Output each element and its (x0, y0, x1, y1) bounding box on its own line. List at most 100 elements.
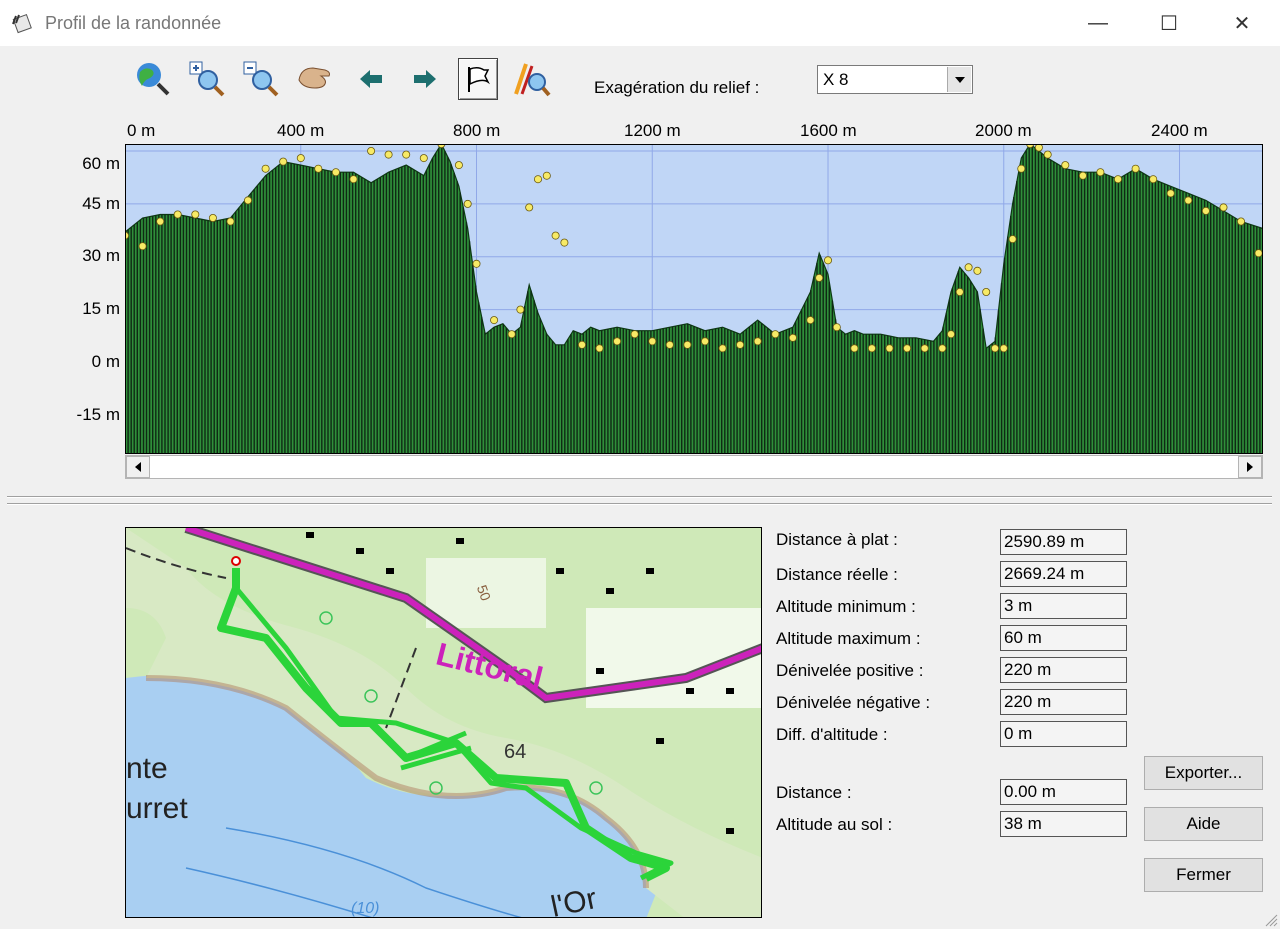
cursor-distance-label: Distance : (776, 783, 852, 802)
arrow-left-icon (360, 70, 382, 88)
relief-exaggeration-select[interactable]: X 8 (817, 65, 973, 94)
gps-point (701, 337, 710, 346)
gps-point (771, 330, 780, 339)
x-tick-label: 2400 m (1151, 121, 1208, 140)
gps-point (788, 333, 797, 342)
gps-point (1237, 217, 1246, 226)
gps-point (560, 238, 569, 247)
scroll-left-button[interactable] (126, 456, 150, 478)
y-tick-label: 45 m (82, 194, 120, 213)
negative-elevation-value: 220 m (1000, 689, 1127, 715)
gps-point (1078, 171, 1087, 180)
gps-point (938, 344, 947, 353)
profile-search-button[interactable] (512, 58, 552, 100)
zoom-in-button[interactable] (187, 58, 227, 100)
gps-point (736, 340, 745, 349)
gps-point (683, 340, 692, 349)
chevron-down-icon[interactable] (947, 67, 971, 92)
map-label: nte (126, 752, 168, 785)
pan-hand-icon (298, 67, 330, 89)
gps-point (296, 154, 305, 163)
gps-point (1096, 168, 1105, 177)
zoom-extent-button[interactable] (133, 58, 173, 100)
export-button[interactable]: Exporter... (1144, 756, 1263, 790)
relief-exaggeration-label: Exagération du relief : (594, 78, 760, 97)
gps-point (1149, 175, 1158, 184)
gps-point (208, 214, 217, 223)
gps-point (648, 337, 657, 346)
gps-point (815, 273, 824, 282)
window-title: Profil de la randonnée (45, 13, 222, 33)
gps-point (824, 256, 833, 265)
gps-point (885, 344, 894, 353)
gps-point (613, 337, 622, 346)
gps-point (226, 217, 235, 226)
gps-point (367, 147, 376, 155)
close-window-button[interactable]: ✕ (1208, 0, 1276, 46)
close-button[interactable]: Fermer (1144, 858, 1263, 892)
title-bar: Profil de la randonnée — ☐ ✕ (0, 0, 1280, 46)
map-label: urret (126, 792, 188, 825)
real-distance-label: Distance réelle : (776, 565, 898, 584)
previous-button[interactable] (351, 58, 391, 100)
waypoint-flag-icon (468, 66, 490, 92)
gps-point (1034, 144, 1043, 152)
zoom-out-button[interactable] (241, 58, 281, 100)
gps-point (156, 217, 165, 226)
resize-grip-icon[interactable] (1264, 913, 1278, 927)
topographic-map[interactable]: Littoral 64 50 nte urret l'Or (10) (125, 527, 762, 918)
gps-point (973, 266, 982, 275)
max-altitude-label: Altitude maximum : (776, 629, 921, 648)
gps-point (525, 203, 534, 212)
gps-point (533, 175, 542, 184)
ground-altitude-label: Altitude au sol : (776, 815, 893, 834)
arrow-right-icon (414, 70, 436, 88)
map-canvas: Littoral 64 50 nte urret l'Or (10) (126, 528, 761, 917)
gps-point (191, 210, 200, 219)
positive-elevation-value: 220 m (1000, 657, 1127, 683)
gps-point (1061, 161, 1070, 170)
flat-distance-label: Distance à plat : (776, 530, 898, 549)
real-distance-value: 2669.24 m (1000, 561, 1127, 587)
elevation-profile-chart[interactable] (125, 144, 1263, 454)
x-tick-label: 400 m (277, 121, 325, 140)
minimize-button[interactable]: — (1064, 0, 1132, 46)
gps-point (630, 330, 639, 339)
map-label: 64 (504, 741, 526, 763)
scroll-right-button[interactable] (1238, 456, 1262, 478)
gps-point (1008, 235, 1017, 244)
gps-point (1184, 196, 1193, 205)
gps-point (261, 164, 270, 173)
gps-point (595, 344, 604, 353)
x-tick-label: 1200 m (624, 121, 681, 140)
gps-point (138, 242, 147, 251)
notebook-icon (12, 13, 32, 34)
gps-point (867, 344, 876, 353)
gps-point (1131, 164, 1140, 173)
gps-point (1166, 189, 1175, 198)
gps-point (1043, 150, 1052, 159)
chart-horizontal-scrollbar[interactable] (125, 455, 1263, 479)
min-altitude-label: Altitude minimum : (776, 597, 916, 616)
gps-point (463, 199, 472, 208)
gps-point (903, 344, 912, 353)
gps-point (665, 340, 674, 349)
gps-point (577, 340, 586, 349)
x-tick-label: 0 m (127, 121, 156, 140)
maximize-button[interactable]: ☐ (1135, 0, 1203, 46)
ground-altitude-value: 38 m (1000, 811, 1127, 837)
min-altitude-value: 3 m (1000, 593, 1127, 619)
gps-point (349, 175, 358, 184)
chevron-right-icon (1247, 462, 1253, 472)
help-button[interactable]: Aide (1144, 807, 1263, 841)
altitude-diff-label: Diff. d'altitude : (776, 725, 888, 744)
next-button[interactable] (405, 58, 445, 100)
zoom-in-icon (189, 61, 225, 97)
y-tick-label: 0 m (91, 352, 120, 371)
gps-point (947, 330, 956, 339)
chevron-left-icon (135, 462, 141, 472)
gps-point (850, 344, 859, 353)
waypoints-toggle-button[interactable] (458, 58, 498, 100)
pan-button[interactable] (295, 58, 335, 100)
y-tick-label: 30 m (82, 246, 120, 265)
